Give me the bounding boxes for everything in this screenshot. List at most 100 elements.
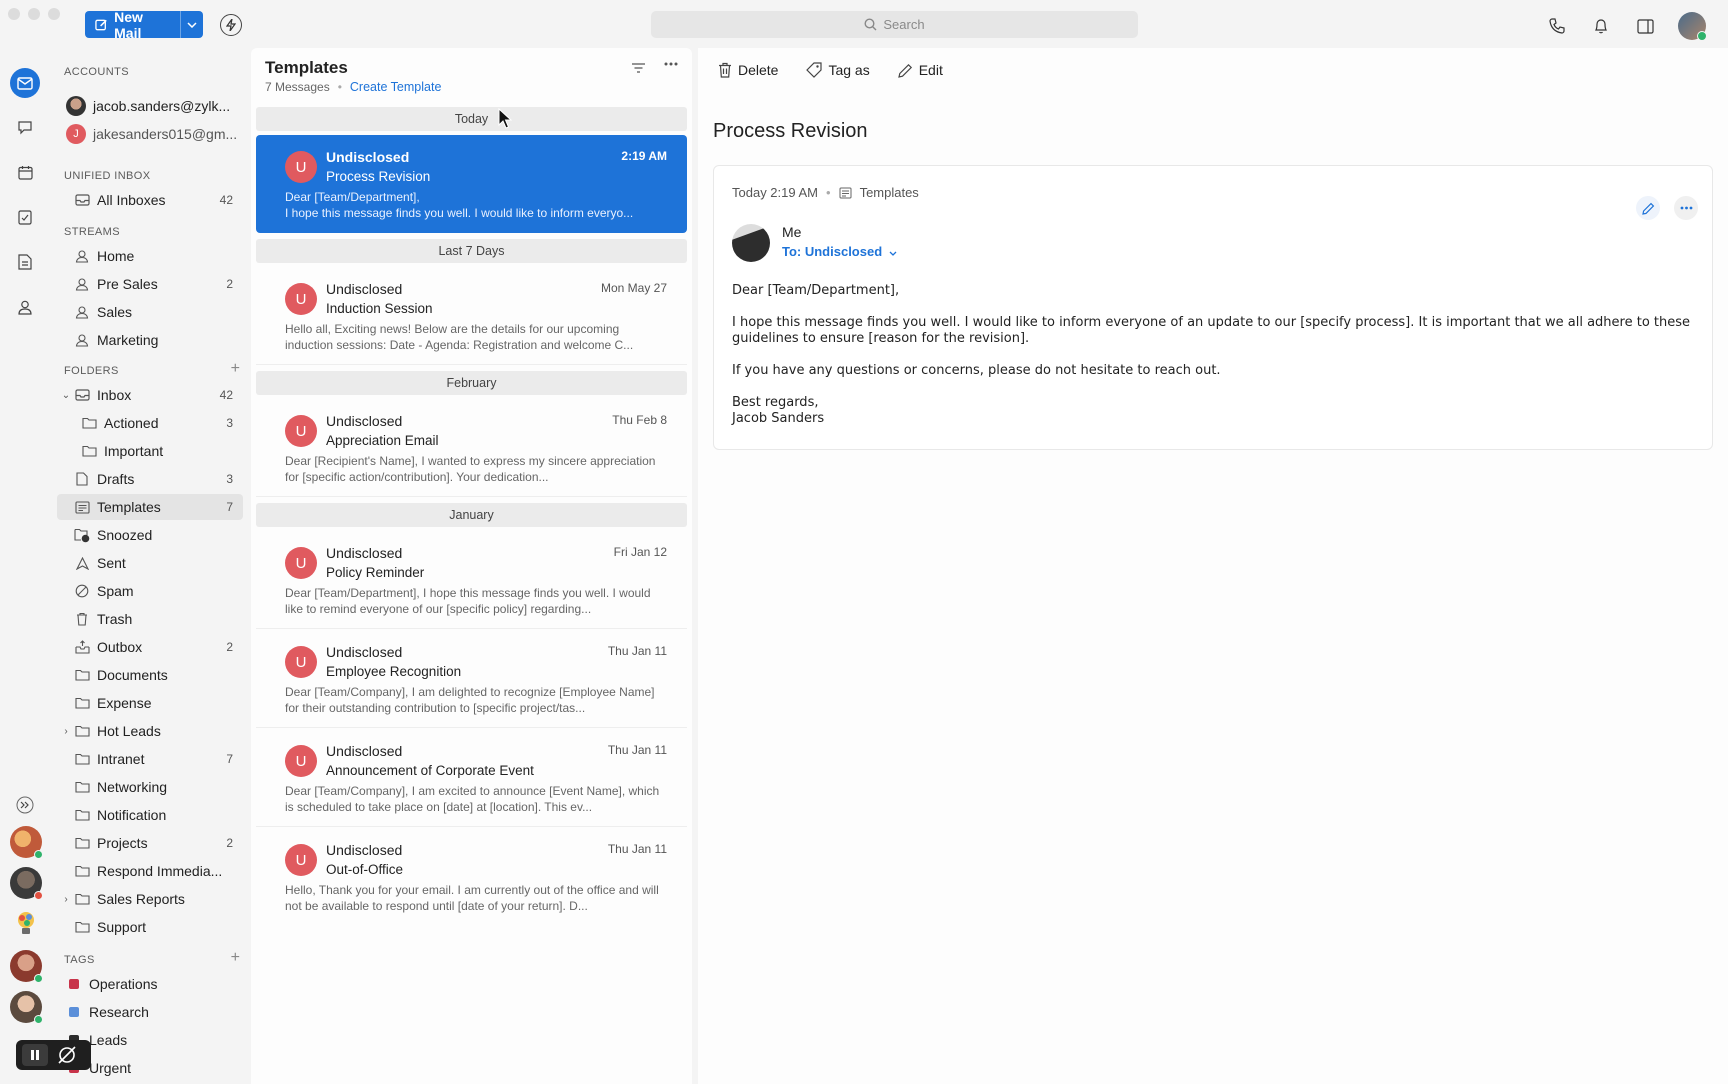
create-template-link[interactable]: Create Template <box>350 80 442 94</box>
pause-recording-button[interactable] <box>22 1044 48 1066</box>
message-preview: Dear [Team/Department], I hope this mess… <box>285 190 634 220</box>
contact-avatar-2[interactable] <box>10 867 43 900</box>
sidebar-item-label: Marketing <box>97 332 159 348</box>
top-right-actions <box>1546 12 1707 41</box>
unread-count: 7 <box>226 752 233 766</box>
message-list-item[interactable]: U Undisclosed Thu Jan 11 Out-of-Office H… <box>256 828 687 926</box>
quick-actions-button[interactable] <box>220 14 242 36</box>
sidebar-item-intranet[interactable]: Intranet 7 <box>57 746 243 772</box>
sidebar-item-drafts[interactable]: Drafts 3 <box>57 466 243 492</box>
sidebar-item-trash[interactable]: Trash <box>57 606 243 632</box>
chat-icon[interactable] <box>12 114 38 140</box>
sidebar-item-spam[interactable]: Spam <box>57 578 243 604</box>
message-folder: Templates <box>859 185 919 200</box>
sidebar-item-projects[interactable]: Projects 2 <box>57 830 243 856</box>
chevron-right-icon[interactable]: › <box>59 894 73 905</box>
sidebar-item-respond-immediately[interactable]: Respond Immedia... <box>57 858 243 884</box>
account-item-1[interactable]: jacob.sanders@zylk... <box>66 96 244 116</box>
edit-message-button[interactable] <box>1636 196 1660 220</box>
sidebar-item-sales-reports[interactable]: › Sales Reports <box>57 886 243 912</box>
tasks-icon[interactable] <box>12 204 38 230</box>
tag-item-operations[interactable]: Operations <box>57 971 243 997</box>
delete-button[interactable]: Delete <box>718 62 778 78</box>
zoom-window-button[interactable] <box>48 8 60 20</box>
sidebar-item-hot-leads[interactable]: › Hot Leads <box>57 718 243 744</box>
status-online-dot <box>34 850 43 859</box>
contact-avatar-5[interactable] <box>10 991 43 1024</box>
bulb-icon <box>18 912 34 934</box>
sidebar-item-sales[interactable]: Sales <box>57 299 243 325</box>
message-list-item[interactable]: U Undisclosed Mon May 27 Induction Sessi… <box>256 267 687 365</box>
sidebar-item-documents[interactable]: Documents <box>57 662 243 688</box>
message-list-item[interactable]: U Undisclosed Thu Jan 11 Employee Recogn… <box>256 630 687 728</box>
sidebar-item-important[interactable]: Important <box>80 438 243 464</box>
add-tag-button[interactable]: + <box>231 949 240 967</box>
add-folder-button[interactable]: + <box>231 360 240 378</box>
sender-avatar: U <box>285 646 317 678</box>
account-avatar <box>66 96 86 116</box>
phone-icon[interactable] <box>1546 15 1568 37</box>
tag-item-research[interactable]: Research <box>57 999 243 1025</box>
sender-name: Undisclosed <box>326 842 403 858</box>
contact-avatar-1[interactable] <box>10 826 43 859</box>
sidebar-item-inbox[interactable]: ⌄ Inbox 42 <box>57 382 243 408</box>
message-time: Today 2:19 AM <box>732 185 818 200</box>
chevron-right-icon[interactable]: › <box>59 726 73 737</box>
message-date: Thu Jan 11 <box>607 644 667 658</box>
folder-icon <box>80 415 98 431</box>
sidebar-item-networking[interactable]: Networking <box>57 774 243 800</box>
sidebar-item-pre-sales[interactable]: Pre Sales 2 <box>57 271 243 297</box>
camera-off-icon[interactable] <box>56 1045 78 1065</box>
sidebar-item-label: Trash <box>97 611 133 627</box>
filter-icon[interactable] <box>631 62 646 74</box>
message-list-item[interactable]: U Undisclosed Thu Feb 8 Appreciation Ema… <box>256 399 687 497</box>
contact-avatar-3[interactable] <box>10 908 42 940</box>
sidebar-item-outbox[interactable]: Outbox 2 <box>57 634 243 660</box>
message-list-item[interactable]: U Undisclosed 2:19 AM Process Revision D… <box>256 135 687 233</box>
new-mail-button[interactable]: New Mail <box>85 8 203 41</box>
contacts-icon[interactable] <box>12 294 38 320</box>
mail-app-icon[interactable] <box>10 68 40 98</box>
edit-button[interactable]: Edit <box>897 62 943 78</box>
sidebar-item-label: Networking <box>97 779 168 795</box>
close-window-button[interactable] <box>8 8 20 20</box>
group-icon <box>73 304 91 320</box>
message-list-item[interactable]: U Undisclosed Thu Jan 11 Announcement of… <box>256 729 687 827</box>
recipients-dropdown[interactable]: To: Undisclosed <box>782 244 897 259</box>
sidebar-item-home[interactable]: Home <box>57 243 243 269</box>
message-preview: Dear [Team/Company], I am excited to ann… <box>285 784 660 814</box>
sidebar-item-notification[interactable]: Notification <box>57 802 243 828</box>
sidebar-item-support[interactable]: Support <box>57 914 243 940</box>
new-mail-label: New Mail <box>114 8 143 41</box>
sidebar-item-templates[interactable]: Templates 7 <box>57 494 243 520</box>
search-bar[interactable]: Search <box>651 11 1138 38</box>
contact-avatar-4[interactable] <box>10 950 43 983</box>
message-preview: Hello all, Exciting news! Below are the … <box>285 322 634 352</box>
sidebar-item-label: Notification <box>97 807 167 823</box>
notes-icon[interactable] <box>12 249 38 275</box>
account-item-2[interactable]: J jakesanders015@gm... <box>66 124 244 144</box>
sidebar-item-label: Drafts <box>97 471 135 487</box>
message-list-item[interactable]: U Undisclosed Fri Jan 12 Policy Reminder… <box>256 531 687 629</box>
minimize-window-button[interactable] <box>28 8 40 20</box>
sidebar-item-expense[interactable]: Expense <box>57 690 243 716</box>
message-more-button[interactable] <box>1674 196 1698 220</box>
tag-as-button[interactable]: Tag as <box>806 62 870 78</box>
bell-icon[interactable] <box>1590 15 1612 37</box>
new-mail-main[interactable]: New Mail <box>85 8 180 41</box>
folder-icon <box>73 891 91 907</box>
sidebar-item-marketing[interactable]: Marketing <box>57 327 243 353</box>
chevron-down-icon[interactable]: ⌄ <box>59 390 73 401</box>
calendar-icon[interactable] <box>12 159 38 185</box>
inbox-icon <box>73 387 91 403</box>
inbox-icon <box>73 192 91 208</box>
panel-toggle-icon[interactable] <box>1634 15 1656 37</box>
sidebar-item-snoozed[interactable]: Snoozed <box>57 522 243 548</box>
sidebar-item-all-inboxes[interactable]: All Inboxes 42 <box>57 187 243 213</box>
user-avatar[interactable] <box>1678 12 1707 41</box>
sidebar-item-sent[interactable]: Sent <box>57 550 243 576</box>
new-mail-dropdown[interactable] <box>180 11 203 38</box>
more-options-icon[interactable] <box>664 62 678 66</box>
expand-rail-icon[interactable] <box>12 792 38 818</box>
sidebar-item-actioned[interactable]: Actioned 3 <box>80 410 243 436</box>
